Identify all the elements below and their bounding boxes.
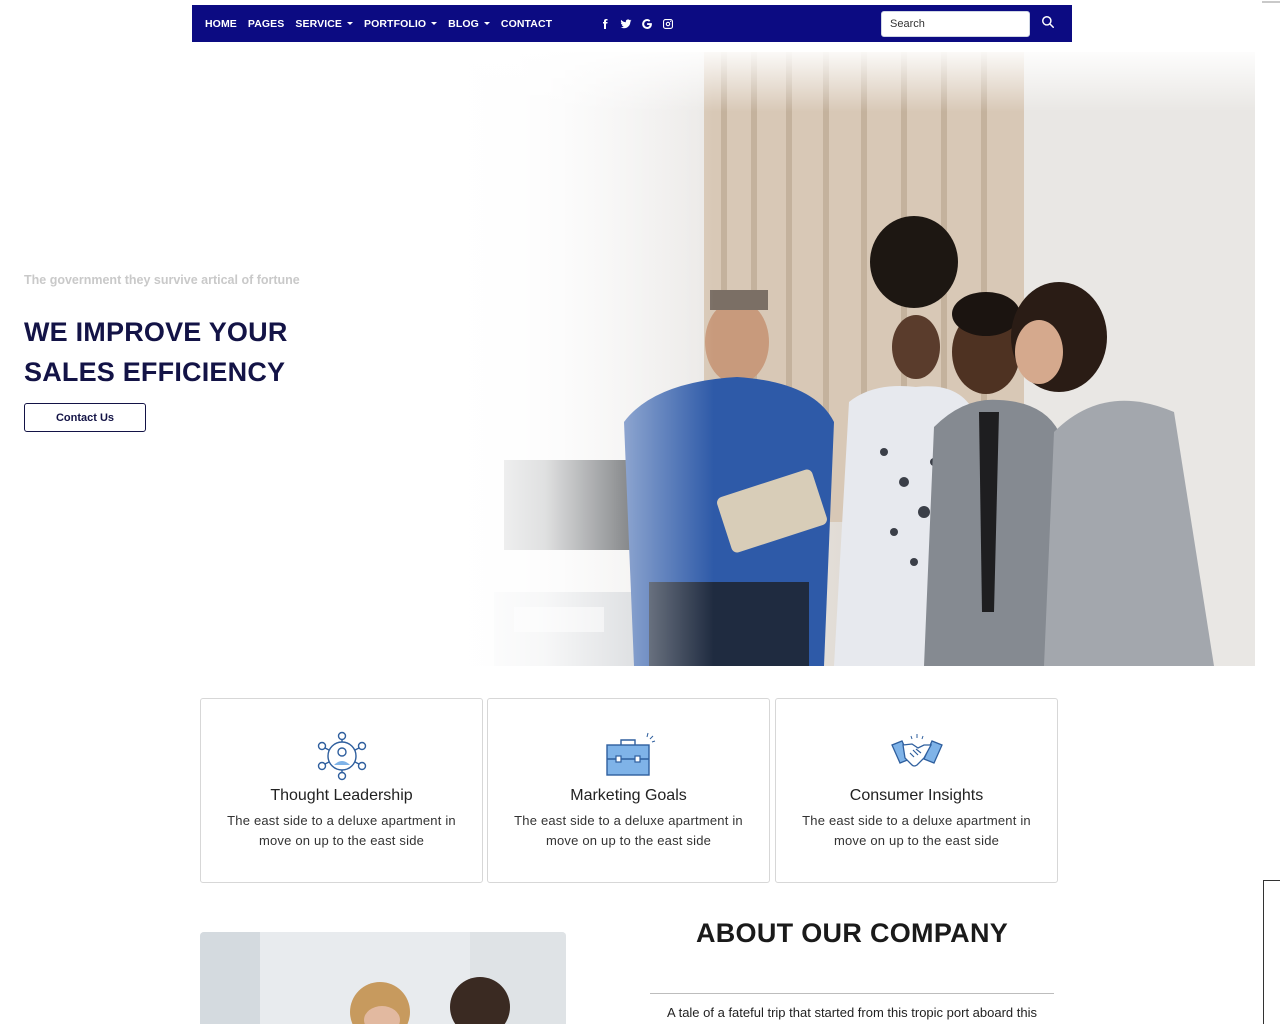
google-icon[interactable] bbox=[636, 17, 657, 31]
top-navbar: HOME PAGES SERVICE PORTFOLIO BLOG CONTAC… bbox=[192, 5, 1072, 42]
service-card-thought-leadership: Thought Leadership The east side to a de… bbox=[200, 698, 483, 883]
nav-label: PAGES bbox=[247, 17, 285, 30]
nav-label: SERVICE bbox=[295, 17, 342, 30]
nav-label: HOME bbox=[205, 17, 237, 30]
hero-subtitle: The government they survive artical of f… bbox=[24, 273, 300, 287]
caret-down-icon bbox=[431, 22, 438, 25]
nav-item-pages[interactable]: PAGES bbox=[248, 18, 284, 30]
briefcase-icon bbox=[605, 732, 655, 776]
service-title: Thought Leadership bbox=[270, 787, 413, 804]
main-menu: HOME PAGES SERVICE PORTFOLIO BLOG CONTAC… bbox=[205, 5, 563, 42]
nav-item-portfolio[interactable]: PORTFOLIO bbox=[364, 17, 438, 30]
nav-item-service[interactable]: SERVICE bbox=[295, 18, 353, 30]
hero-title-line2: SALES EFFICIENCY bbox=[24, 357, 286, 387]
nav-item-blog[interactable]: BLOG bbox=[448, 18, 490, 30]
nav-label: BLOG bbox=[448, 17, 479, 30]
network-people-icon bbox=[317, 731, 366, 781]
hero-title: WE IMPROVE YOUR SALES EFFICIENCY bbox=[24, 312, 288, 392]
search-input[interactable] bbox=[881, 11, 1030, 37]
caret-down-icon bbox=[483, 22, 490, 25]
service-title: Consumer Insights bbox=[849, 787, 984, 804]
handshake-icon bbox=[890, 734, 943, 767]
facebook-icon[interactable] bbox=[594, 17, 615, 31]
service-text: The east side to a deluxe apartment in m… bbox=[802, 813, 1031, 848]
service-card-marketing-goals: Marketing Goals The east side to a delux… bbox=[487, 698, 770, 883]
hero-title-line1: WE IMPROVE YOUR bbox=[24, 317, 288, 347]
about-company-photo bbox=[200, 932, 566, 1024]
instagram-icon[interactable] bbox=[657, 17, 678, 31]
about-title: ABOUT OUR COMPANY bbox=[695, 918, 1009, 948]
about-text: A tale of a fateful trip that started fr… bbox=[667, 1005, 1037, 1020]
contact-us-button[interactable]: Contact Us bbox=[24, 403, 146, 432]
twitter-icon[interactable] bbox=[615, 17, 636, 31]
search-button[interactable] bbox=[1041, 15, 1057, 31]
nav-item-contact[interactable]: CONTACT bbox=[501, 18, 552, 30]
window-edge-mark bbox=[1262, 1, 1280, 3]
service-card-consumer-insights: Consumer Insights The east side to a del… bbox=[775, 698, 1058, 883]
nav-item-home[interactable]: HOME bbox=[205, 18, 237, 30]
nav-label: CONTACT bbox=[500, 17, 553, 30]
nav-label: PORTFOLIO bbox=[364, 17, 427, 30]
about-divider bbox=[650, 993, 1054, 994]
service-text: The east side to a deluxe apartment in m… bbox=[514, 813, 743, 848]
search-icon bbox=[1042, 16, 1054, 28]
service-title: Marketing Goals bbox=[570, 787, 687, 804]
floating-side-panel[interactable] bbox=[1263, 880, 1280, 1024]
service-text: The east side to a deluxe apartment in m… bbox=[227, 813, 456, 848]
hero-team-photo bbox=[454, 52, 1255, 666]
caret-down-icon bbox=[347, 22, 353, 25]
social-links bbox=[594, 17, 678, 31]
